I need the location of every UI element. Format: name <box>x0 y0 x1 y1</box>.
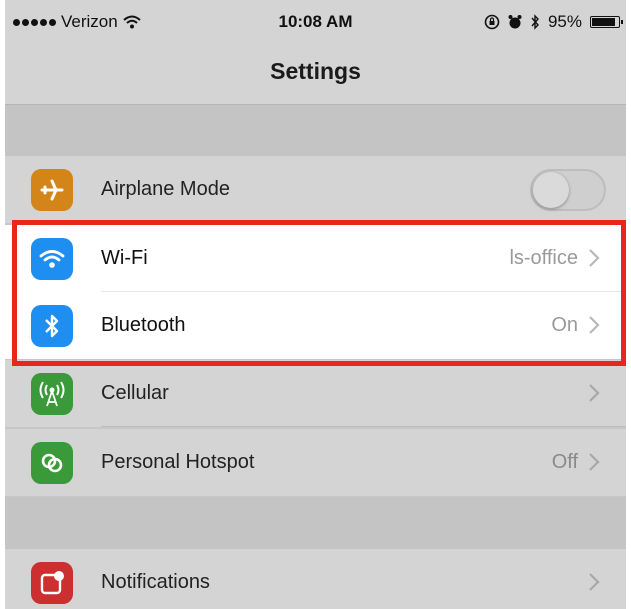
airplane-mode-label: Airplane Mode <box>101 178 230 200</box>
settings-row-bluetooth[interactable]: Bluetooth On <box>5 292 626 359</box>
alarm-icon <box>508 15 522 29</box>
phone-screen: Verizon 10:08 AM 95% Settings Airplane M… <box>5 0 626 609</box>
row-divider <box>101 426 626 427</box>
chevron-right-icon <box>589 249 600 267</box>
chevron-right-icon <box>589 573 600 591</box>
settings-row-airplane-mode[interactable]: Airplane Mode <box>5 156 626 223</box>
settings-row-personal-hotspot[interactable]: Personal Hotspot Off <box>5 429 626 496</box>
status-bar: Verizon 10:08 AM 95% <box>5 0 626 42</box>
personal-hotspot-label: Personal Hotspot <box>101 451 255 473</box>
wifi-label: Wi-Fi <box>101 247 148 269</box>
bluetooth-label: Bluetooth <box>101 314 186 336</box>
cellular-label: Cellular <box>101 382 169 404</box>
navigation-bar: Settings <box>5 42 626 105</box>
row-divider <box>101 222 626 223</box>
settings-row-notifications[interactable]: Notifications <box>5 549 626 609</box>
battery-percent: 95% <box>547 12 582 31</box>
airplane-mode-toggle[interactable] <box>530 169 606 211</box>
battery-icon <box>590 16 623 28</box>
chevron-right-icon <box>589 453 600 471</box>
lock-rotation-icon <box>484 14 500 30</box>
notifications-icon <box>31 562 73 604</box>
wifi-value: ls-office <box>509 247 578 269</box>
airplane-icon <box>31 169 73 211</box>
hotspot-link-icon <box>31 442 73 484</box>
bluetooth-icon <box>31 305 73 347</box>
toggle-knob[interactable] <box>533 172 569 208</box>
status-right: 95% <box>484 12 623 32</box>
bluetooth-value: On <box>551 314 578 336</box>
section-spacer <box>5 105 626 156</box>
settings-row-wifi[interactable]: Wi-Fi ls-office <box>5 225 626 292</box>
section-spacer <box>5 497 626 549</box>
chevron-right-icon <box>589 384 600 402</box>
bluetooth-icon <box>531 14 539 30</box>
notifications-label: Notifications <box>101 571 210 593</box>
chevron-right-icon <box>589 316 600 334</box>
wifi-icon <box>31 238 73 280</box>
cellular-antenna-icon <box>31 373 73 415</box>
personal-hotspot-value: Off <box>551 451 578 473</box>
page-title: Settings <box>270 58 361 84</box>
settings-row-cellular[interactable]: Cellular <box>5 360 626 427</box>
